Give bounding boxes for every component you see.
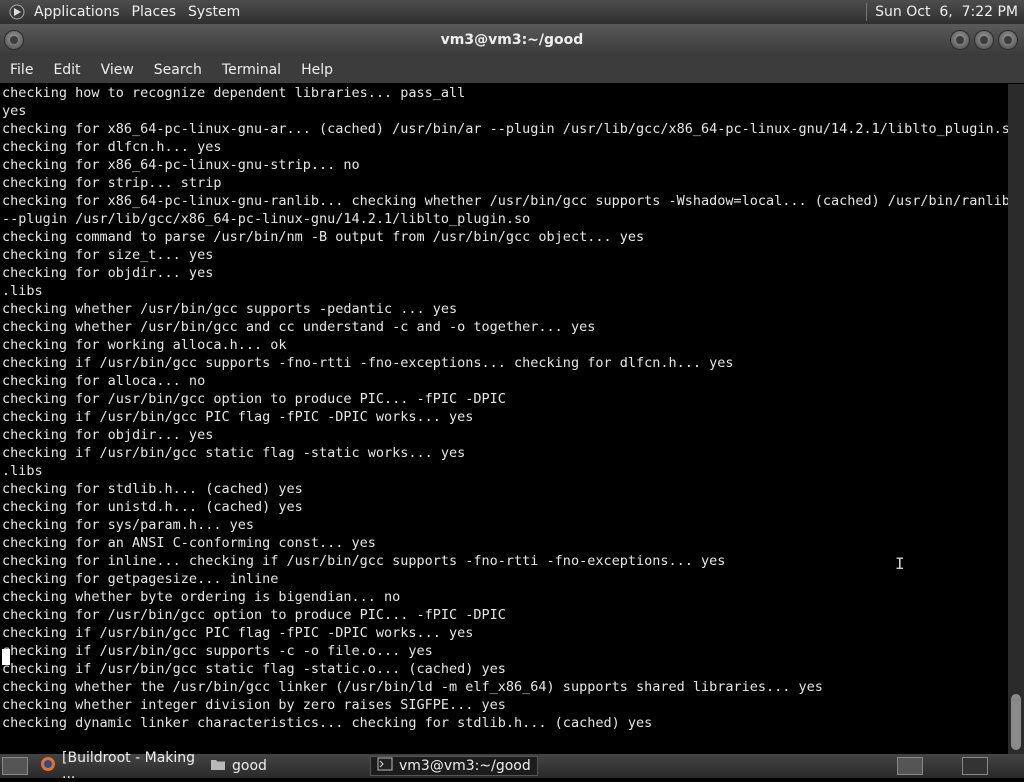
terminal-line: checking for size_t... yes: [2, 247, 214, 263]
terminal-line: checking for alloca... no: [2, 373, 206, 389]
close-button[interactable]: [998, 30, 1018, 50]
taskbar-item-label: good: [232, 758, 267, 774]
terminal-menubar: File Edit View Search Terminal Help: [0, 56, 1024, 83]
taskbar-item-good[interactable]: good: [204, 756, 364, 776]
terminal-line: checking whether integer division by zer…: [2, 697, 506, 713]
taskbar-item-terminal[interactable]: vm3@vm3:~/good: [370, 756, 538, 776]
panel-separator: [866, 3, 868, 21]
terminal-line: checking for an ANSI C-conforming const.…: [2, 535, 376, 551]
terminal-line: checking how to recognize dependent libr…: [2, 85, 466, 101]
bottom-panel: [Buildroot - Making ... good vm3@vm3:~/g…: [0, 750, 1024, 782]
terminal-line: checking for dlfcn.h... yes: [2, 139, 222, 155]
menu-terminal[interactable]: Terminal: [212, 62, 291, 78]
terminal-icon: [377, 757, 393, 775]
taskbar-item-label: vm3@vm3:~/good: [399, 758, 531, 774]
menu-file[interactable]: File: [0, 62, 43, 78]
terminal-line: checking for sys/param.h... yes: [2, 517, 254, 533]
terminal-line: checking for x86_64-pc-linux-gnu-strip..…: [2, 157, 360, 173]
terminal-line: checking for x86_64-pc-linux-gnu-ranlib.…: [2, 193, 1008, 209]
firefox-icon: [40, 756, 56, 776]
terminal-line: checking for unistd.h... (cached) yes: [2, 499, 303, 515]
window-titlebar[interactable]: vm3@vm3:~/good: [0, 24, 1024, 56]
workspace-switcher-1[interactable]: [897, 757, 923, 775]
terminal-line: checking dynamic linker characteristics.…: [2, 715, 653, 731]
minimize-button[interactable]: [950, 30, 970, 50]
terminal-line: .libs: [2, 283, 43, 299]
terminal-line: checking for x86_64-pc-linux-gnu-ar... (…: [2, 121, 1008, 137]
workspace-switcher-2[interactable]: [962, 757, 988, 775]
taskbar-item-buildroot[interactable]: [Buildroot - Making ...: [34, 750, 202, 782]
taskbar-item-label: [Buildroot - Making ...: [62, 750, 196, 782]
terminal-line: checking if /usr/bin/gcc supports -fno-r…: [2, 355, 734, 371]
terminal-line: checking for getpagesize... inline: [2, 571, 279, 587]
window-title: vm3@vm3:~/good: [440, 32, 584, 48]
terminal-line: checking for objdir... yes: [2, 265, 214, 281]
terminal-line: checking whether byte ordering is bigend…: [2, 589, 401, 605]
menu-help[interactable]: Help: [291, 62, 343, 78]
terminal-line: checking whether the /usr/bin/gcc linker…: [2, 679, 823, 695]
menu-edit[interactable]: Edit: [43, 62, 90, 78]
gnome-foot-icon[interactable]: [8, 3, 26, 21]
terminal-line: checking for strip... strip: [2, 175, 222, 191]
terminal-cursor: [2, 649, 10, 665]
terminal-line: checking for objdir... yes: [2, 427, 214, 443]
terminal-line: checking if /usr/bin/gcc static flag -st…: [2, 661, 506, 677]
terminal-line: checking if /usr/bin/gcc PIC flag -fPIC …: [2, 409, 474, 425]
terminal-line: checking for stdlib.h... (cached) yes: [2, 481, 303, 497]
show-desktop-icon[interactable]: [2, 757, 28, 775]
terminal-line: .libs: [2, 463, 43, 479]
terminal-line: --plugin /usr/lib/gcc/x86_64-pc-linux-gn…: [2, 211, 531, 227]
places-menu[interactable]: Places: [128, 4, 185, 20]
terminal-line: checking whether /usr/bin/gcc and cc und…: [2, 319, 596, 335]
scrollbar-thumb[interactable]: [1011, 694, 1021, 750]
menu-search[interactable]: Search: [144, 62, 212, 78]
clock[interactable]: Sun Oct 6, 7:22 PM: [875, 4, 1024, 20]
menu-view[interactable]: View: [91, 62, 144, 78]
terminal-line: checking for working alloca.h... ok: [2, 337, 287, 353]
terminal-scrollbar[interactable]: [1008, 84, 1024, 754]
terminal-line: yes: [2, 103, 27, 119]
top-panel: Applications Places System Sun Oct 6, 7:…: [0, 0, 1024, 24]
terminal-line: checking if /usr/bin/gcc supports -c -o …: [2, 643, 433, 659]
maximize-button[interactable]: [974, 30, 994, 50]
ibeam-cursor-icon: Ι: [895, 554, 905, 573]
terminal-output[interactable]: checking how to recognize dependent libr…: [0, 84, 1008, 754]
folder-icon: [210, 757, 226, 775]
terminal-line: checking whether /usr/bin/gcc supports -…: [2, 301, 458, 317]
terminal-line: checking command to parse /usr/bin/nm -B…: [2, 229, 645, 245]
terminal-line: checking for inline... checking if /usr/…: [2, 553, 726, 569]
system-menu[interactable]: System: [184, 4, 248, 20]
terminal-line: checking if /usr/bin/gcc PIC flag -fPIC …: [2, 625, 474, 641]
terminal-line: checking if /usr/bin/gcc static flag -st…: [2, 445, 466, 461]
terminal-line: checking for /usr/bin/gcc option to prod…: [2, 391, 506, 407]
applications-menu[interactable]: Applications: [30, 4, 128, 20]
terminal-line: checking for /usr/bin/gcc option to prod…: [2, 607, 506, 623]
